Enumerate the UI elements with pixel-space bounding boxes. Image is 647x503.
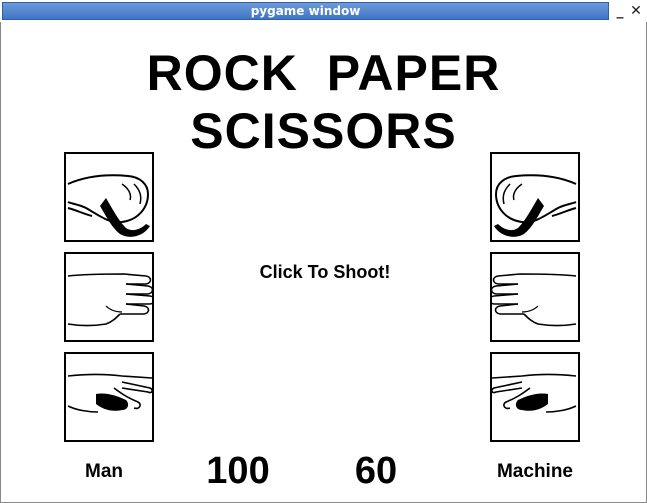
paper-hand-icon xyxy=(67,273,152,327)
title-bar: pygame window _ ✕ xyxy=(0,0,647,22)
scissors-hand-icon xyxy=(67,373,152,413)
player-label: Man xyxy=(85,461,123,482)
window-title: pygame window xyxy=(250,4,361,18)
player-paper-button[interactable] xyxy=(64,252,154,342)
player-rock-button[interactable] xyxy=(64,152,154,242)
player-score: 100 xyxy=(206,450,270,492)
machine-paper-card xyxy=(490,252,580,342)
close-icon[interactable]: ✕ xyxy=(628,3,644,19)
machine-rock-card xyxy=(490,152,580,242)
scissors-hand-icon xyxy=(492,373,577,413)
title-bar-fill: pygame window xyxy=(2,2,609,20)
player-scissors-button[interactable] xyxy=(64,352,154,442)
rock-fist-icon xyxy=(67,174,150,237)
minimize-icon[interactable]: _ xyxy=(612,3,628,19)
game-title: ROCK PAPER SCISSORS xyxy=(146,45,501,159)
shoot-prompt[interactable]: Click To Shoot! xyxy=(200,262,450,283)
machine-label: Machine xyxy=(496,461,574,482)
machine-score: 60 xyxy=(354,450,398,492)
rock-fist-icon xyxy=(494,174,577,237)
machine-scissors-card xyxy=(490,352,580,442)
paper-hand-icon xyxy=(492,273,577,327)
